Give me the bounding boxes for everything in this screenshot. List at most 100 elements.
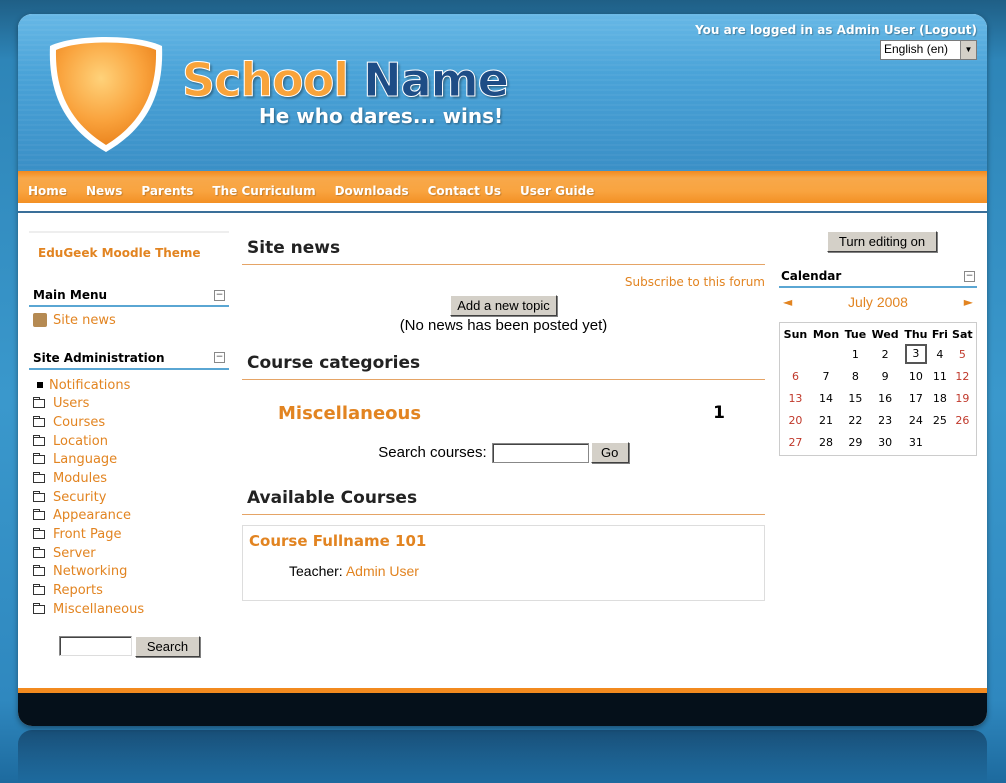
folder-icon	[33, 471, 45, 483]
admin-item-language[interactable]: Language	[33, 450, 225, 469]
next-month-icon[interactable]: ►	[964, 295, 973, 309]
nav-item-curriculum[interactable]: The Curriculum	[212, 184, 315, 198]
nav-item-contact[interactable]: Contact Us	[428, 184, 501, 198]
go-button[interactable]: Go	[590, 442, 629, 463]
folder-icon	[33, 490, 45, 502]
admin-item-notifications[interactable]: Notifications	[33, 376, 225, 395]
calendar-day: 27	[788, 435, 803, 449]
category-link[interactable]: Miscellaneous	[278, 403, 421, 424]
admin-item-reports[interactable]: Reports	[33, 581, 225, 600]
calendar-day: 29	[848, 435, 863, 449]
chevron-down-icon[interactable]: ▼	[960, 41, 976, 59]
calendar-day: 30	[878, 435, 893, 449]
prev-month-icon[interactable]: ◄	[783, 295, 792, 309]
admin-search: Search	[29, 635, 229, 657]
weekday-sat: Sat	[952, 327, 973, 341]
calendar-header: Calendar −	[779, 266, 977, 288]
calendar-day: 6	[791, 369, 799, 383]
menu-item-site-news[interactable]: Site news	[33, 311, 225, 330]
folder-icon	[33, 602, 45, 614]
forum-icon	[33, 313, 47, 328]
calendar-day: 9	[881, 369, 889, 383]
admin-item-courses[interactable]: Courses	[33, 413, 225, 432]
nav-item-news[interactable]: News	[86, 184, 122, 198]
collapse-icon[interactable]: −	[964, 270, 975, 282]
nav-item-downloads[interactable]: Downloads	[335, 184, 409, 198]
calendar-day: 19	[955, 391, 970, 405]
folder-icon	[33, 415, 45, 427]
logout-link[interactable]: (Logout)	[919, 23, 977, 37]
school-name-word2: Name	[363, 53, 510, 108]
calendar-day: 15	[848, 391, 863, 405]
right-column: Turn editing on Calendar − ◄ July 2008 ►…	[779, 231, 977, 456]
calendar-day: 31	[908, 435, 923, 449]
folder-icon	[33, 434, 45, 446]
teacher-info: Teacher: Admin User	[289, 563, 419, 579]
weekday-sun: Sun	[783, 327, 808, 341]
folder-icon	[33, 528, 45, 540]
user-link[interactable]: Admin User	[837, 23, 915, 37]
admin-item-miscellaneous[interactable]: Miscellaneous	[33, 600, 225, 619]
admin-item-networking[interactable]: Networking	[33, 563, 225, 582]
folder-icon	[33, 453, 45, 465]
calendar-day: 8	[851, 369, 859, 383]
collapse-icon[interactable]: −	[214, 289, 225, 301]
nav-item-user-guide[interactable]: User Guide	[520, 184, 594, 198]
nav-item-home[interactable]: Home	[28, 184, 67, 198]
turn-editing-on-button[interactable]: Turn editing on	[827, 231, 937, 252]
calendar-day	[781, 343, 810, 365]
teacher-link[interactable]: Admin User	[346, 563, 419, 579]
course-search: Search courses: Go	[242, 442, 765, 463]
calendar-month[interactable]: July 2008	[848, 294, 908, 310]
calendar-day: 25	[932, 413, 947, 427]
calendar-day: 18	[932, 391, 947, 405]
folder-icon	[33, 584, 45, 596]
admin-item-server[interactable]: Server	[33, 544, 225, 563]
school-name-word1: School	[181, 53, 349, 108]
calendar-day: 16	[878, 391, 893, 405]
folder-icon	[33, 509, 45, 521]
admin-search-button[interactable]: Search	[135, 635, 200, 657]
folder-icon	[33, 546, 45, 558]
left-column: EduGeek Moodle Theme Main Menu − Site ne…	[29, 231, 229, 657]
weekday-tue: Tue	[844, 327, 867, 341]
site-news-title: Site news	[242, 231, 765, 265]
calendar-day: 14	[819, 391, 834, 405]
calendar-day: 5	[958, 347, 966, 361]
course-box: Course Fullname 101 Teacher: Admin User	[242, 525, 765, 601]
calendar-day: 11	[932, 369, 947, 383]
calendar-day: 2	[881, 347, 889, 361]
bullet-icon	[37, 382, 43, 389]
course-link[interactable]: Course Fullname 101	[249, 532, 758, 550]
login-info: You are logged in as Admin User (Logout)	[695, 23, 977, 37]
motto: He who dares... wins!	[259, 104, 504, 128]
calendar-day: 26	[955, 413, 970, 427]
nav-item-parents[interactable]: Parents	[141, 184, 193, 198]
admin-item-appearance[interactable]: Appearance	[33, 507, 225, 526]
header: School Name He who dares... wins! You ar…	[18, 14, 987, 171]
category-row: Miscellaneous 1	[242, 396, 765, 430]
admin-item-location[interactable]: Location	[33, 432, 225, 451]
calendar-day: 21	[819, 413, 834, 427]
shield-logo-icon	[49, 37, 163, 152]
category-count: 1	[713, 403, 725, 423]
admin-item-users[interactable]: Users	[33, 394, 225, 413]
admin-item-security[interactable]: Security	[33, 488, 225, 507]
course-search-input[interactable]	[491, 442, 589, 463]
theme-title: EduGeek Moodle Theme	[29, 231, 229, 265]
admin-item-modules[interactable]: Modules	[33, 469, 225, 488]
admin-search-input[interactable]	[59, 636, 132, 657]
folder-icon	[33, 565, 45, 577]
calendar-day: 10	[908, 369, 923, 383]
collapse-icon[interactable]: −	[214, 352, 225, 364]
subscribe-link[interactable]: Subscribe to this forum	[242, 275, 765, 291]
calendar-block: Calendar − ◄ July 2008 ► Sun Mon Tue Wed	[779, 266, 977, 456]
calendar-day: 17	[908, 391, 923, 405]
admin-item-front-page[interactable]: Front Page	[33, 525, 225, 544]
main-menu-header: Main Menu −	[29, 285, 229, 307]
page-frame: School Name He who dares... wins! You ar…	[18, 14, 987, 726]
nav-divider	[18, 211, 987, 213]
add-topic-button[interactable]: Add a new topic	[450, 295, 557, 316]
language-select[interactable]: English (en) ▼	[880, 40, 977, 60]
main-menu-list: Site news	[29, 307, 229, 334]
